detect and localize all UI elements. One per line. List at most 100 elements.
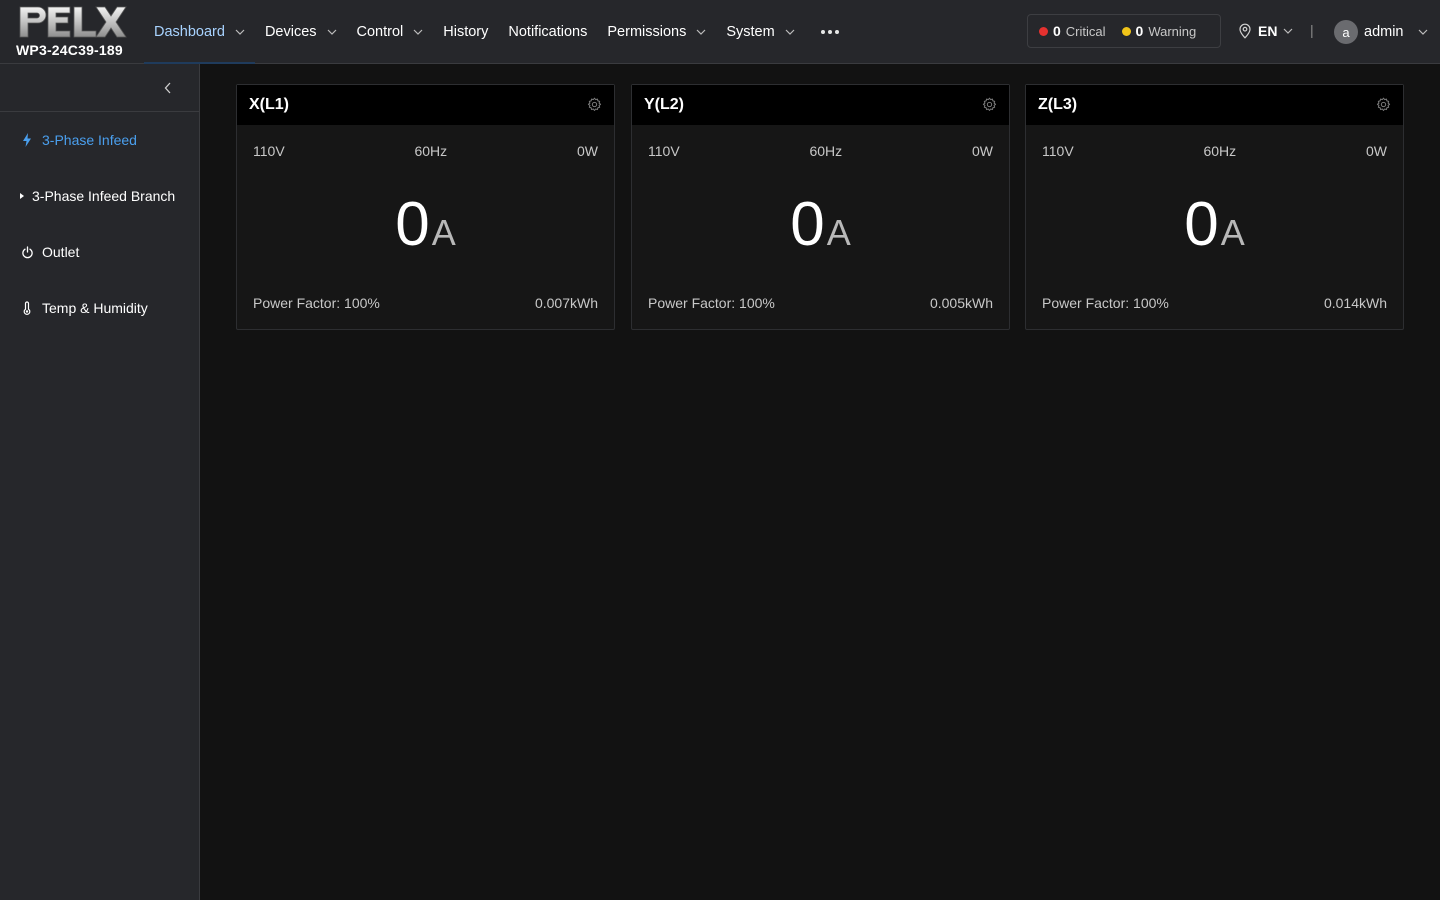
frequency-value: 60Hz: [1203, 143, 1237, 159]
voltage-value: 110V: [648, 143, 680, 159]
sidebar-item-3-phase-infeed-branch[interactable]: 3-Phase Infeed Branch: [18, 184, 175, 208]
voltage-value: 110V: [253, 143, 285, 159]
nav-devices-label: Devices: [264, 24, 317, 40]
critical-dot-icon: [1039, 26, 1048, 36]
card-header: X(L1): [237, 85, 614, 125]
current-value: 0: [790, 190, 825, 259]
metrics-row: 110V 60Hz 0W: [1042, 143, 1387, 159]
warning-dot-icon: [1121, 26, 1131, 36]
avatar: a: [1334, 20, 1358, 44]
metrics-row: 110V 60Hz 0W: [253, 143, 598, 159]
nav-devices[interactable]: Devices: [255, 0, 347, 64]
card-title: X(L1): [249, 96, 289, 113]
nav-more-button[interactable]: [805, 0, 855, 64]
current-value: 0: [395, 190, 430, 259]
nav-notifications[interactable]: Notifications: [498, 0, 597, 64]
language-selector[interactable]: EN: [1238, 20, 1293, 42]
card-title: Y(L2): [644, 96, 684, 113]
chevron-down-icon: [696, 29, 706, 35]
chevron-down-icon: [413, 29, 423, 35]
nav-notifications-label: Notifications: [508, 24, 588, 40]
warning-label: Warning: [1148, 23, 1197, 39]
power-value: 0W: [576, 143, 598, 159]
header-separator: |: [1310, 22, 1314, 38]
nav-dashboard-label: Dashboard: [154, 24, 225, 40]
card-header: Y(L2): [632, 85, 1009, 125]
energy-value: 0.014kWh: [1323, 295, 1387, 311]
more-dots-icon: [815, 30, 845, 34]
frequency-value: 60Hz: [414, 143, 448, 159]
current-value: 0: [1184, 190, 1219, 259]
current-unit: A: [1220, 212, 1245, 253]
voltage-value: 110V: [1042, 143, 1074, 159]
current-unit: A: [431, 212, 456, 253]
frequency-value: 60Hz: [809, 143, 843, 159]
card-footer: Power Factor: 100% 0.014kWh: [1042, 295, 1387, 311]
critical-alarm[interactable]: 0 Critical: [1039, 23, 1106, 39]
nav-history[interactable]: History: [433, 0, 498, 64]
thermometer-icon: [20, 301, 34, 315]
chevron-down-icon: [785, 29, 795, 35]
alarm-summary[interactable]: 0 Critical 0 Warning: [1027, 14, 1221, 48]
location-pin-icon: [1239, 23, 1251, 39]
sidebar-item-label: Outlet: [42, 244, 80, 260]
current-reading: 0A: [632, 189, 1009, 260]
card-footer: Power Factor: 100% 0.007kWh: [253, 295, 598, 311]
sidebar-item-3-phase-infeed[interactable]: 3-Phase Infeed: [20, 128, 137, 152]
nav-permissions[interactable]: Permissions: [597, 0, 716, 64]
nav-control-label: Control: [356, 24, 404, 40]
sidebar-item-label: 3-Phase Infeed: [42, 132, 137, 148]
current-unit: A: [826, 212, 851, 253]
brand[interactable]: WP3-24C39-189: [16, 4, 146, 60]
power-icon: [20, 245, 34, 259]
chevron-down-icon: [1418, 29, 1427, 35]
user-name: admin: [1364, 24, 1404, 40]
main-nav: Dashboard Devices Control History Notifi…: [144, 0, 855, 64]
phase-card-z-l3: Z(L3) 110V 60Hz 0W 0A Power Factor: 100%…: [1025, 84, 1404, 330]
sidebar-collapse-button[interactable]: [0, 64, 199, 112]
nav-control[interactable]: Control: [347, 0, 434, 64]
chevron-down-icon: [327, 29, 336, 35]
bolt-icon: [20, 133, 34, 147]
power-value: 0W: [971, 143, 993, 159]
power-factor: Power Factor: 100%: [648, 295, 775, 311]
card-footer: Power Factor: 100% 0.005kWh: [648, 295, 993, 311]
nav-dashboard[interactable]: Dashboard: [144, 0, 255, 64]
current-reading: 0A: [1026, 189, 1403, 260]
sidebar-item-temp-humidity[interactable]: Temp & Humidity: [20, 296, 148, 320]
gear-icon[interactable]: [1376, 97, 1391, 112]
metrics-row: 110V 60Hz 0W: [648, 143, 993, 159]
gear-icon[interactable]: [982, 97, 997, 112]
chevron-left-icon: [164, 82, 171, 94]
top-bar: WP3-24C39-189 Dashboard Devices Control …: [0, 0, 1440, 64]
sidebar-item-label: Temp & Humidity: [42, 300, 148, 316]
caret-right-icon: [18, 189, 26, 203]
sidebar: 3-Phase Infeed 3-Phase Infeed Branch Out…: [0, 64, 200, 900]
power-factor: Power Factor: 100%: [1042, 295, 1169, 311]
sidebar-item-label: 3-Phase Infeed Branch: [32, 188, 176, 204]
warning-count: 0: [1135, 23, 1144, 39]
current-reading: 0A: [237, 189, 614, 260]
language-label: EN: [1258, 23, 1278, 39]
nav-system-label: System: [726, 24, 775, 40]
sidebar-item-outlet[interactable]: Outlet: [20, 240, 79, 264]
user-menu[interactable]: a admin: [1334, 20, 1428, 44]
power-value: 0W: [1365, 143, 1387, 159]
nav-system[interactable]: System: [716, 0, 804, 64]
power-factor: Power Factor: 100%: [253, 295, 380, 311]
chevron-down-icon: [235, 29, 245, 35]
card-title: Z(L3): [1038, 96, 1078, 113]
phase-card-x-l1: X(L1) 110V 60Hz 0W 0A Power Factor: 100%…: [236, 84, 615, 330]
energy-value: 0.007kWh: [534, 295, 598, 311]
critical-label: Critical: [1065, 23, 1106, 39]
device-id: WP3-24C39-189: [16, 42, 123, 58]
pelx-logo: [19, 6, 127, 38]
nav-permissions-label: Permissions: [607, 24, 687, 40]
gear-icon[interactable]: [587, 97, 602, 112]
chevron-down-icon: [1284, 28, 1293, 34]
card-header: Z(L3): [1026, 85, 1403, 125]
critical-count: 0: [1053, 23, 1061, 39]
warning-alarm[interactable]: 0 Warning: [1121, 23, 1197, 39]
energy-value: 0.005kWh: [929, 295, 993, 311]
phase-card-y-l2: Y(L2) 110V 60Hz 0W 0A Power Factor: 100%…: [631, 84, 1010, 330]
